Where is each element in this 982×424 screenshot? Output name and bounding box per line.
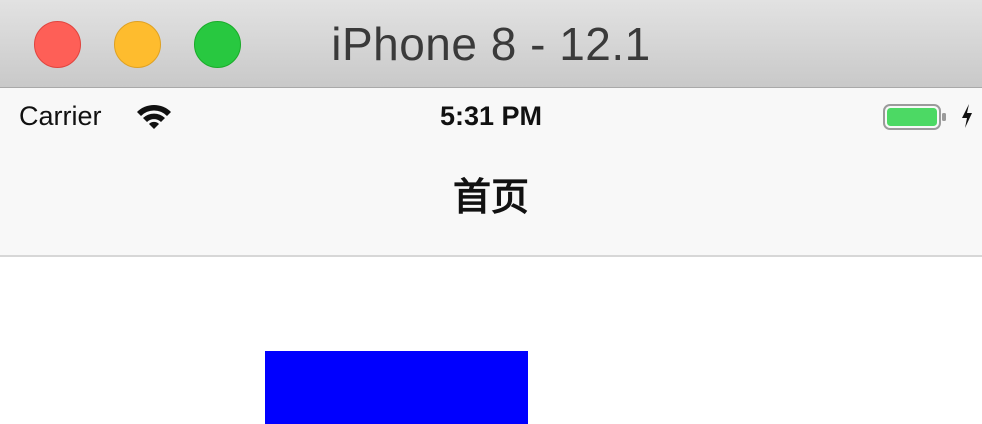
navigation-bar: 首页	[0, 142, 982, 257]
window-title: iPhone 8 - 12.1	[331, 18, 651, 70]
battery-icon	[883, 104, 946, 130]
status-time: 5:31 PM	[439, 101, 543, 131]
ios-status-bar: Carrier 5:31 PM	[0, 88, 982, 142]
simulator-title-bar: iPhone 8 - 12.1	[0, 0, 982, 88]
content-view	[0, 257, 982, 424]
nav-title: 首页	[452, 175, 529, 219]
blue-view	[265, 351, 528, 424]
charging-bolt-icon	[962, 104, 972, 128]
